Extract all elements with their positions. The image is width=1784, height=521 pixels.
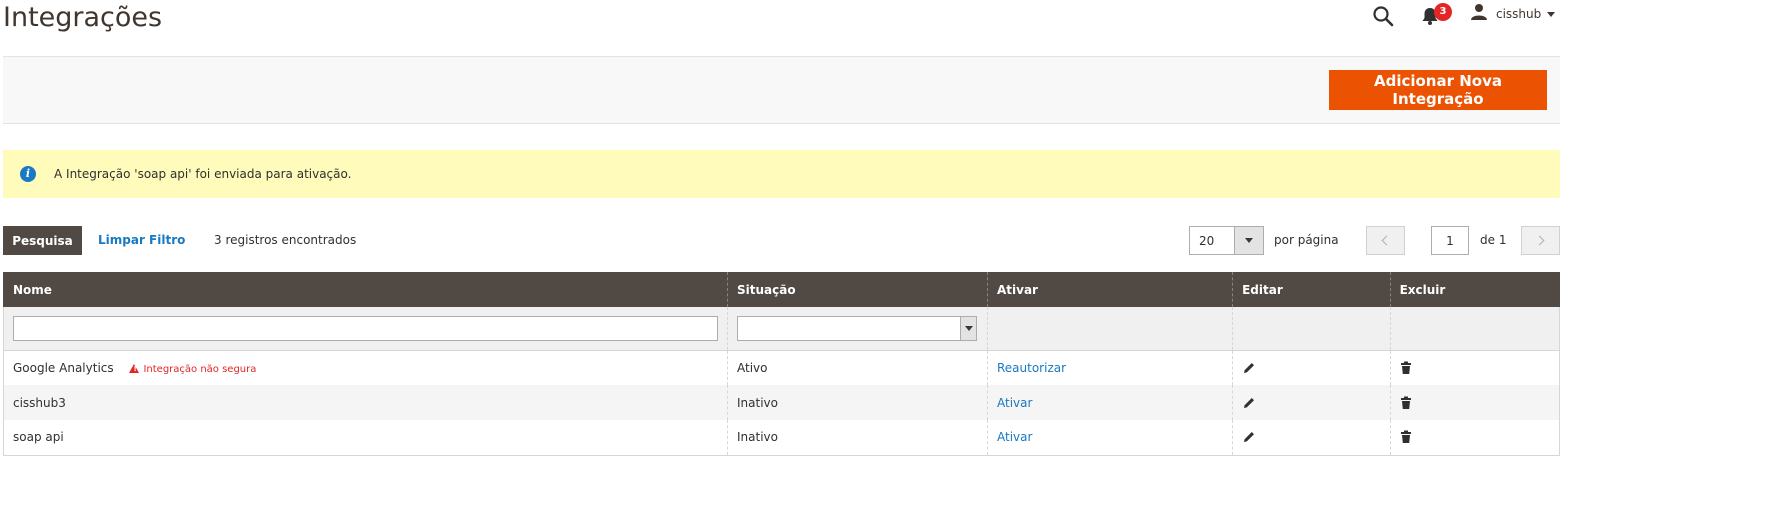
column-header-activate: Ativar	[986, 272, 1233, 307]
chevron-down-icon[interactable]	[960, 316, 976, 340]
filter-row	[3, 307, 1561, 351]
column-header-delete: Excluir	[1389, 272, 1560, 307]
integration-status: Inativo	[727, 385, 988, 420]
warning-text: Integração não segura	[143, 363, 257, 375]
activate-link[interactable]: Ativar	[997, 396, 1032, 410]
trash-icon[interactable]	[1400, 396, 1550, 410]
integration-status: Inativo	[727, 420, 988, 456]
table-row: soap api Inativo Ativar	[3, 420, 1561, 456]
per-page-label: por página	[1274, 233, 1339, 247]
table-row: cisshub3 Inativo Ativar	[3, 385, 1561, 420]
reauthorize-link[interactable]: Reautorizar	[997, 361, 1066, 375]
integration-name: Google Analytics	[13, 360, 114, 375]
page-number-input[interactable]	[1431, 226, 1469, 255]
insecure-warning: Integração não segura	[129, 363, 257, 375]
integration-name: cisshub3	[3, 385, 728, 420]
per-page-select[interactable]: 20	[1189, 226, 1264, 255]
integrations-table: Nome Situação Ativar Editar Excluir Goog…	[3, 272, 1561, 456]
page-actions-bar	[3, 56, 1560, 124]
message-text: A Integração 'soap api' foi enviada para…	[54, 167, 352, 181]
search-icon[interactable]	[1371, 4, 1397, 28]
grid-toolbar: Pesquisa Limpar Filtro 3 registros encon…	[3, 226, 1560, 256]
chevron-down-icon	[1547, 11, 1556, 17]
page-title: Integrações	[3, 2, 163, 33]
notifications-badge[interactable]: 3	[1434, 3, 1452, 21]
integration-status: Ativo	[727, 350, 988, 385]
search-button[interactable]: Pesquisa	[3, 226, 82, 255]
per-page-value: 20	[1199, 234, 1215, 248]
user-menu[interactable]: cisshub	[1470, 3, 1556, 25]
column-header-edit: Editar	[1232, 272, 1391, 307]
name-filter-input[interactable]	[13, 315, 718, 341]
info-message: i A Integração 'soap api' foi enviada pa…	[3, 150, 1560, 198]
trash-icon[interactable]	[1400, 430, 1550, 444]
trash-icon[interactable]	[1400, 361, 1550, 375]
column-header-status[interactable]: Situação	[727, 272, 988, 307]
reset-filter-link[interactable]: Limpar Filtro	[98, 233, 185, 247]
user-icon	[1470, 3, 1488, 25]
info-icon: i	[20, 166, 36, 182]
edit-icon[interactable]	[1242, 430, 1380, 444]
integration-name: soap api	[3, 420, 728, 456]
records-count: 3 registros encontrados	[214, 233, 357, 247]
status-filter-select[interactable]	[737, 315, 977, 341]
activate-link[interactable]: Ativar	[997, 430, 1032, 444]
column-header-name[interactable]: Nome	[3, 272, 728, 307]
table-row: Google Analytics Integração não segura A…	[3, 350, 1561, 385]
user-name: cisshub	[1496, 7, 1542, 21]
previous-page-button[interactable]	[1366, 226, 1405, 255]
add-integration-button[interactable]: Adicionar Nova Integração	[1329, 70, 1547, 110]
total-pages-label: de 1	[1480, 233, 1507, 247]
chevron-down-icon[interactable]	[1234, 227, 1263, 254]
next-page-button[interactable]	[1521, 226, 1560, 255]
warning-icon	[129, 363, 140, 373]
edit-icon[interactable]	[1242, 361, 1380, 375]
edit-icon[interactable]	[1242, 396, 1380, 410]
